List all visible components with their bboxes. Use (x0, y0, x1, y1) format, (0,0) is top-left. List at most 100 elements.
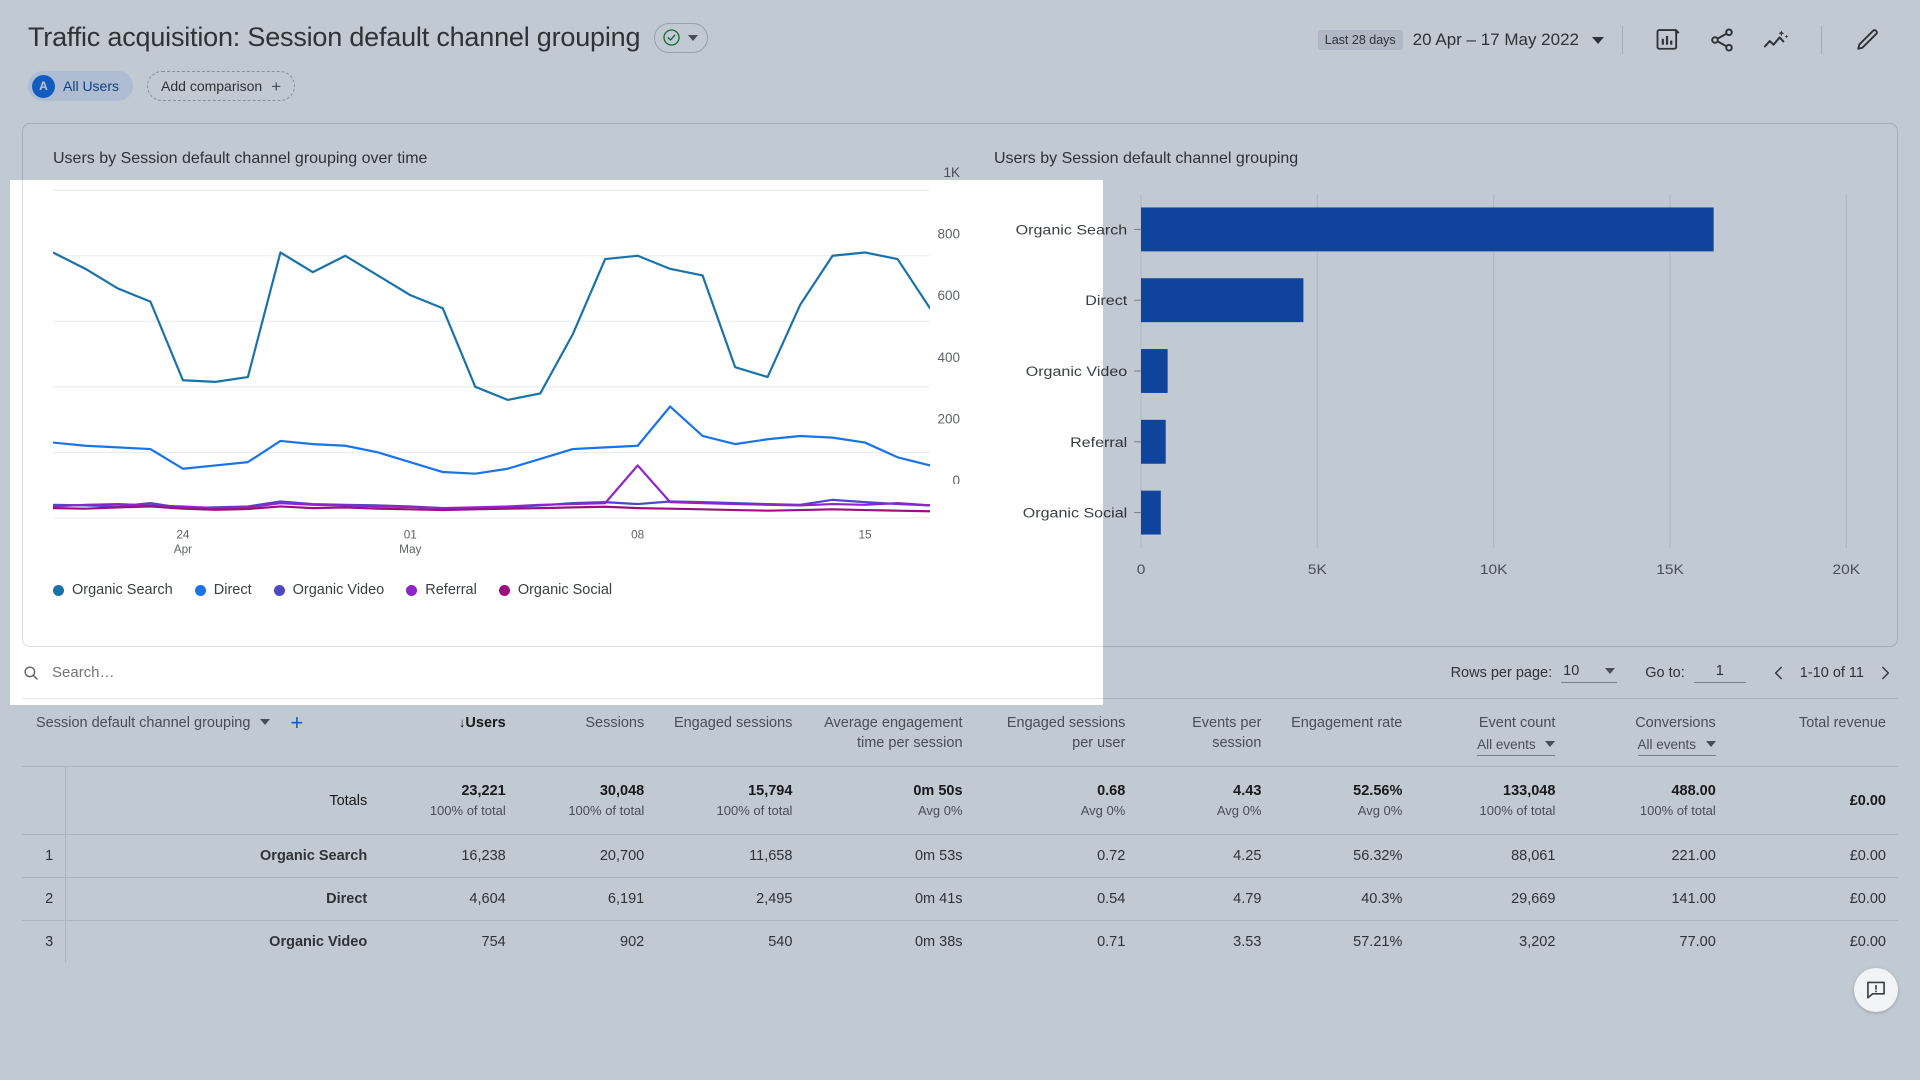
legend-item-direct[interactable]: Direct (194, 582, 252, 598)
feedback-icon (1867, 981, 1885, 999)
totals-cell: 4.43 Avg 0% (1137, 766, 1274, 835)
legend-label: Organic Social (517, 582, 613, 598)
totals-cell: 52.56% Avg 0% (1273, 766, 1415, 835)
event-count-filter[interactable]: All events (1477, 735, 1556, 756)
dimension-header-cell[interactable]: Session default channel grouping + (22, 699, 379, 767)
row-dimension[interactable]: Direct (65, 877, 380, 921)
insights-edit-icon[interactable] (1654, 26, 1682, 54)
acquisition-table: Session default channel grouping + ↓User… (22, 699, 1898, 963)
totals-cell: 15,794 100% of total (656, 766, 805, 835)
data-table-section: Rows per page: 10 Go to: 1-10 of 11 (22, 647, 1898, 963)
goto-input[interactable] (1693, 662, 1746, 683)
row-cell: 29,669 (1414, 877, 1568, 921)
chevron-down-icon (1705, 741, 1716, 747)
rows-per-page-select[interactable]: 10 (1561, 662, 1618, 683)
totals-cell: 488.00 100% of total (1567, 766, 1728, 835)
legend-label: Direct (213, 582, 252, 598)
search-icon (24, 665, 38, 680)
col-events-per-session[interactable]: Events per session (1137, 699, 1273, 767)
legend-color-dot (406, 584, 418, 596)
search-input[interactable] (52, 664, 372, 681)
conversions-filter[interactable]: All events (1637, 735, 1716, 756)
header-actions: Last 28 days 20 Apr – 17 May 2022 (1317, 26, 1894, 54)
date-range-label[interactable]: 20 Apr – 17 May 2022 (1413, 30, 1579, 50)
chevron-down-icon[interactable] (260, 719, 271, 725)
svg-text:May: May (399, 542, 421, 556)
col-event-count[interactable]: Event count All events (1414, 699, 1567, 767)
row-dimension[interactable]: Organic Video (65, 920, 380, 963)
col-total-revenue[interactable]: Total revenue (1728, 699, 1898, 767)
table-body: Totals 23,221 100% of total 30,048 100% of t… (22, 766, 1898, 963)
row-cell: 540 (656, 920, 805, 963)
avatar: A (32, 74, 55, 98)
trend-sparkle-icon[interactable] (1762, 26, 1790, 54)
row-cell: 3,202 (1414, 920, 1568, 963)
pencil-edit-icon[interactable] (1853, 26, 1881, 54)
line-chart-plot[interactable] (53, 182, 930, 522)
add-comparison-button[interactable]: Add comparison + (147, 71, 296, 101)
report-status-dropdown[interactable] (654, 22, 709, 53)
legend-item-organic-video[interactable]: Organic Video (273, 582, 385, 598)
charts-card-container: Users by Session default channel groupin… (22, 123, 1898, 647)
table-row[interactable]: 3 Organic Video 754 902 540 0m 38s 0.71 3.53 57.… (22, 920, 1898, 963)
col-sessions[interactable]: Sessions (518, 699, 657, 767)
legend-item-organic-social[interactable]: Organic Social (498, 582, 613, 598)
legend-color-dot (53, 584, 64, 596)
legend-item-organic-search[interactable]: Organic Search (53, 582, 173, 598)
row-cell: 141.00 (1567, 877, 1728, 921)
row-cell: 0m 41s (804, 877, 975, 921)
col-conversions[interactable]: Conversions All events (1567, 699, 1727, 767)
bar-chart-plot[interactable]: 0 5K 10K 15K 20K Organic Search Direct Organic … (994, 182, 1867, 592)
chevron-left-icon (1774, 666, 1782, 679)
row-cell: 754 (379, 920, 518, 963)
legend-label: Referral (425, 582, 477, 598)
col-label: Users (465, 715, 506, 731)
row-cell: 4.25 (1137, 834, 1274, 878)
table-row[interactable]: 2 Direct 4,604 6,191 2,495 0m 41s 0.54 4.79 40.3… (22, 877, 1898, 921)
row-cell: 0.54 (974, 877, 1138, 921)
svg-text:15K: 15K (1656, 563, 1684, 578)
share-icon[interactable] (1708, 26, 1736, 54)
row-cell: £0.00 (1727, 834, 1898, 878)
next-page-button[interactable] (1872, 660, 1898, 686)
row-cell: 88,061 (1414, 834, 1568, 878)
svg-text:800: 800 (937, 227, 960, 242)
legend-color-dot (194, 584, 206, 596)
line-chart-svg (53, 182, 930, 522)
table-search[interactable] (22, 664, 1451, 682)
bar-chart-title: Users by Session default channel groupin… (994, 150, 1299, 167)
chevron-down-icon (1605, 668, 1616, 674)
col-label: Conversions (1635, 715, 1716, 731)
row-cell: £0.00 (1727, 877, 1898, 921)
svg-text:15: 15 (858, 527, 871, 541)
segment-chip-all-users[interactable]: A All Users (28, 71, 134, 101)
col-avg-engagement-time[interactable]: Average engagement time per session (804, 699, 974, 767)
svg-text:200: 200 (937, 411, 960, 426)
row-cell: 20,700 (517, 834, 657, 878)
row-dimension[interactable]: Organic Search (65, 834, 380, 878)
col-engagement-rate[interactable]: Engagement rate (1273, 699, 1414, 767)
bar-chart-card: Users by Session default channel groupin… (960, 124, 1897, 646)
plus-icon[interactable]: + (291, 712, 304, 734)
row-cell: 6,191 (517, 877, 657, 921)
legend-item-referral[interactable]: Referral (406, 582, 477, 598)
legend-label: Organic Video (292, 582, 385, 598)
chevron-down-icon[interactable] (1592, 36, 1604, 44)
row-cell: 57.21% (1273, 920, 1415, 963)
svg-text:5K: 5K (1308, 563, 1327, 578)
row-cell: £0.00 (1727, 920, 1898, 963)
col-users[interactable]: ↓Users (379, 699, 518, 767)
legend-color-dot (273, 584, 285, 596)
row-index: 2 (22, 877, 66, 921)
check-circle-icon (663, 29, 680, 46)
rows-per-page-label: Rows per page: (1450, 664, 1553, 681)
line-chart-title: Users by Session default channel groupin… (53, 150, 428, 167)
col-engaged-sessions-per-user[interactable]: Engaged sessions per user (975, 699, 1138, 767)
feedback-button[interactable] (1854, 968, 1898, 1012)
col-engaged-sessions[interactable]: Engaged sessions (656, 699, 804, 767)
table-row[interactable]: 1 Organic Search 16,238 20,700 11,658 0m 53s 0… (22, 834, 1898, 878)
row-cell: 4,604 (379, 877, 518, 921)
chevron-right-icon (1882, 666, 1890, 679)
prev-page-button[interactable] (1766, 660, 1792, 686)
totals-cell: 0.68 Avg 0% (974, 766, 1138, 835)
